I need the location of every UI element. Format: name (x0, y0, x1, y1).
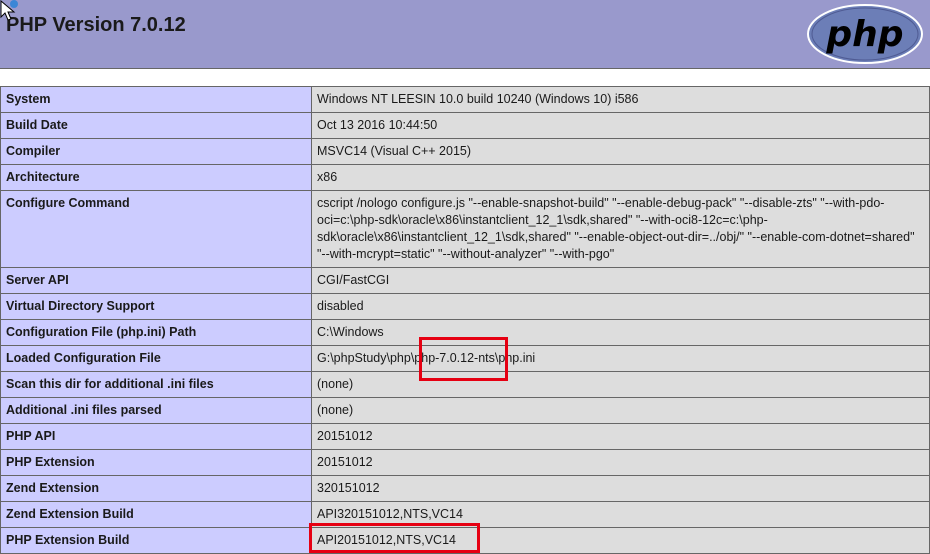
table-row: Configuration File (php.ini) Path C:\Wind… (0, 319, 930, 346)
table-row: Compiler MSVC14 (Visual C++ 2015) (0, 138, 930, 165)
row-value: 20151012 (311, 449, 930, 476)
row-value: cscript /nologo configure.js "--enable-s… (311, 190, 930, 268)
row-label: Scan this dir for additional .ini files (0, 371, 312, 398)
table-row: PHP Extension 20151012 (0, 449, 930, 476)
row-label: Server API (0, 267, 312, 294)
row-value: (none) (311, 397, 930, 424)
php-logo-icon: php (807, 4, 923, 64)
row-value: 20151012 (311, 423, 930, 450)
table-row: System Windows NT LEESIN 10.0 build 10240… (0, 86, 930, 113)
table-row: Additional .ini files parsed (none) (0, 397, 930, 424)
row-value: (none) (311, 371, 930, 398)
mouse-pointer-icon (0, 0, 18, 21)
php-info-table: System Windows NT LEESIN 10.0 build 10240… (0, 86, 930, 554)
row-value: API320151012,NTS,VC14 (311, 501, 930, 528)
table-row: Build Date Oct 13 2016 10:44:50 (0, 112, 930, 139)
row-label: Virtual Directory Support (0, 293, 312, 320)
table-row: Zend Extension Build API320151012,NTS,VC1… (0, 501, 930, 528)
page-header: PHP Version 7.0.12 php (0, 0, 930, 69)
row-label: Loaded Configuration File (0, 345, 312, 372)
table-row: Loaded Configuration File G:\phpStudy\php… (0, 345, 930, 372)
table-row: Configure Command cscript /nologo configu… (0, 190, 930, 268)
row-label: Zend Extension (0, 475, 312, 502)
table-row: Virtual Directory Support disabled (0, 293, 930, 320)
row-label: Additional .ini files parsed (0, 397, 312, 424)
row-label: PHP Extension (0, 449, 312, 476)
row-label: Zend Extension Build (0, 501, 312, 528)
table-row: Scan this dir for additional .ini files(… (0, 371, 930, 398)
row-value: disabled (311, 293, 930, 320)
info-table-body: System Windows NT LEESIN 10.0 build 10240… (0, 86, 930, 554)
table-row: PHP API 20151012 (0, 423, 930, 450)
row-value: x86 (311, 164, 930, 191)
table-row: Zend Extension 320151012 (0, 475, 930, 502)
row-label: Configure Command (0, 190, 312, 268)
row-label: PHP API (0, 423, 312, 450)
row-label: Configuration File (php.ini) Path (0, 319, 312, 346)
logo-text: php (825, 14, 903, 55)
row-value: MSVC14 (Visual C++ 2015) (311, 138, 930, 165)
row-value: CGI/FastCGI (311, 267, 930, 294)
row-label: System (0, 86, 312, 113)
row-label: Architecture (0, 164, 312, 191)
table-row: Architecture x86 (0, 164, 930, 191)
row-value: G:\phpStudy\php\php-7.0.12-nts\php.ini (311, 345, 930, 372)
table-row: Server API CGI/FastCGI (0, 267, 930, 294)
row-value: Oct 13 2016 10:44:50 (311, 112, 930, 139)
row-label: Compiler (0, 138, 312, 165)
row-label: Build Date (0, 112, 312, 139)
row-value: C:\Windows (311, 319, 930, 346)
page-title: PHP Version 7.0.12 (6, 14, 186, 36)
row-value: Windows NT LEESIN 10.0 build 10240 (Wind… (311, 86, 930, 113)
row-value: 320151012 (311, 475, 930, 502)
